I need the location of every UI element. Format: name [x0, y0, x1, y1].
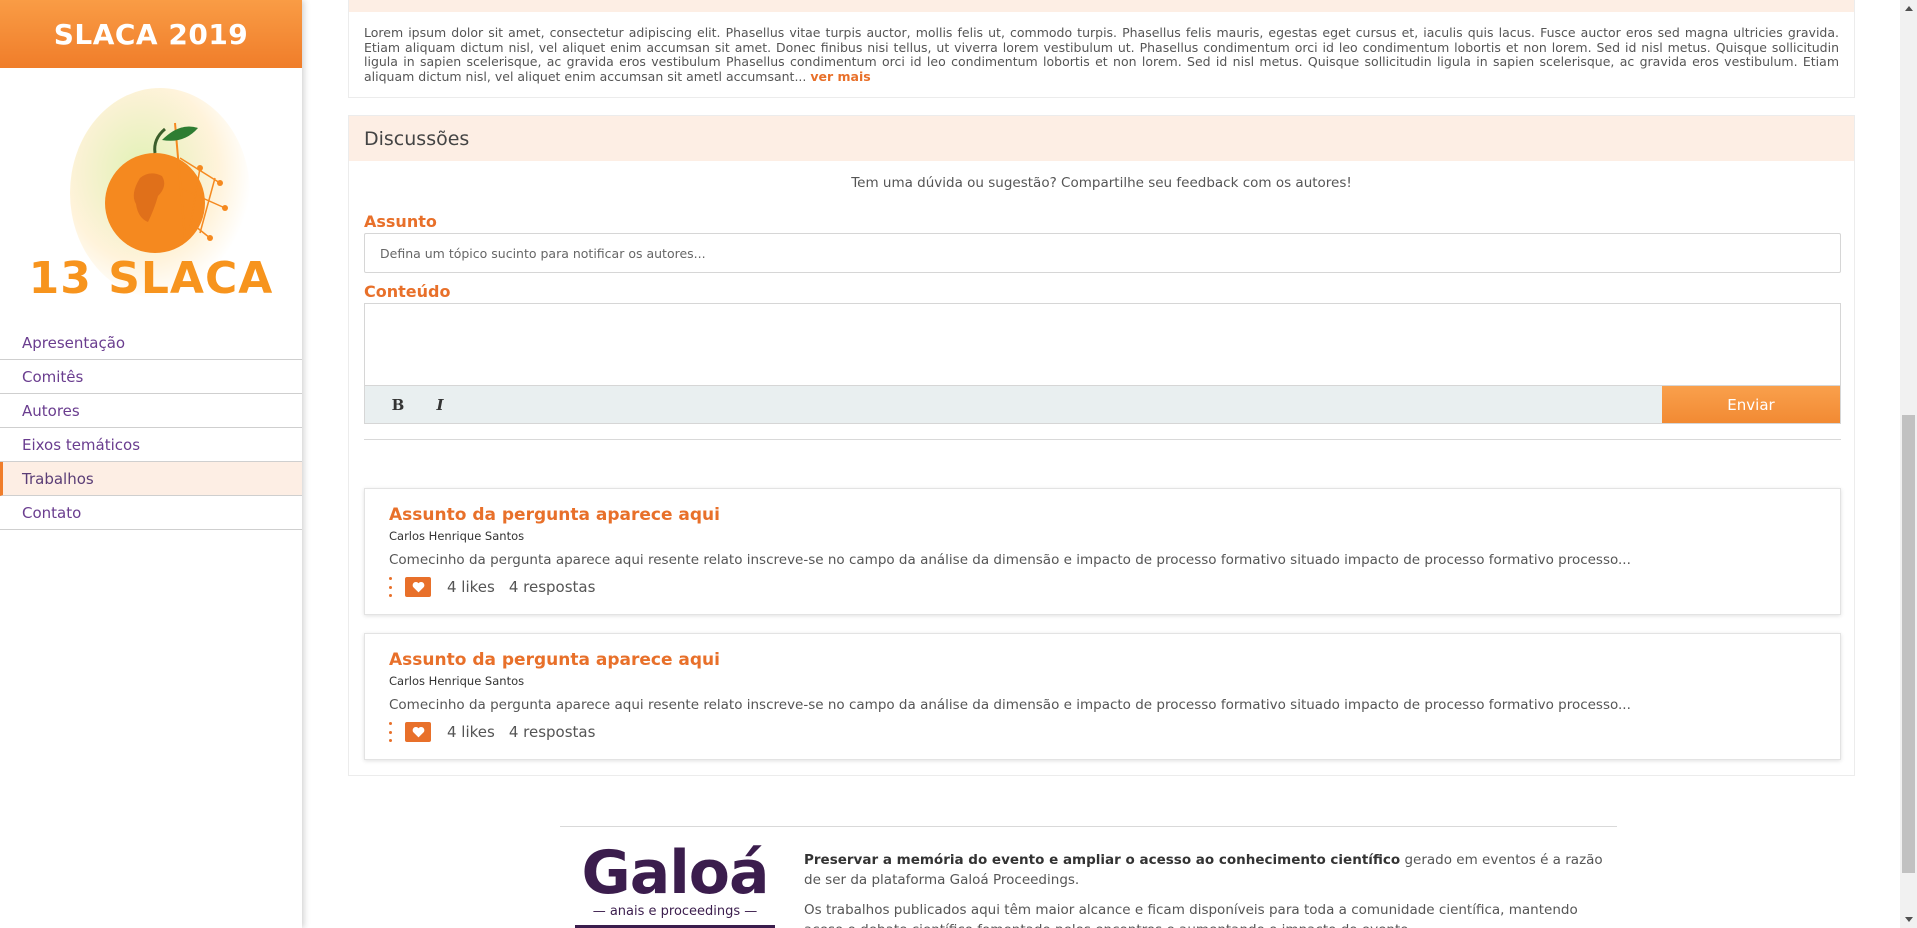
scroll-up-icon[interactable]: [1900, 0, 1917, 17]
question-title[interactable]: Assunto da pergunta aparece aqui: [389, 505, 720, 525]
editor-toolbar: B I Enviar: [364, 385, 1841, 424]
footer-paragraph-2: Os trabalhos publicados aqui têm maior a…: [804, 902, 1578, 928]
like-button[interactable]: [405, 577, 431, 597]
discussions-intro: Tem uma dúvida ou sugestão? Compartilhe …: [851, 175, 1352, 191]
divider: [364, 439, 1841, 440]
ver-mais-link[interactable]: ver mais: [810, 69, 870, 84]
logo-text: 13 SLACA: [28, 253, 274, 304]
heart-icon: [412, 581, 424, 593]
content-textarea[interactable]: [364, 303, 1841, 385]
sidebar-item-eixos-tematicos[interactable]: Eixos temáticos: [0, 428, 302, 462]
likes-count: 4 likes: [447, 723, 495, 741]
replies-count[interactable]: 4 respostas: [509, 578, 596, 596]
question-card: Assunto da pergunta aparece aqui Carlos …: [364, 633, 1841, 760]
sidebar-item-contato[interactable]: Contato: [0, 496, 302, 530]
question-meta: 4 likes 4 respostas: [387, 577, 595, 597]
orange-globe-icon: [105, 122, 228, 253]
replies-count[interactable]: 4 respostas: [509, 723, 596, 741]
abstract-body: Lorem ipsum dolor sit amet, consectetur …: [364, 25, 1839, 84]
footer-text: Preservar a memória do evento e ampliar …: [804, 850, 1604, 928]
event-logo[interactable]: 13 SLACA: [0, 68, 302, 318]
abstract-header-strip: [349, 0, 1854, 12]
more-options-icon[interactable]: [387, 722, 393, 742]
question-author: Carlos Henrique Santos: [389, 529, 525, 543]
subject-input[interactable]: [364, 233, 1841, 273]
footer-highlight: Preservar a memória do evento e ampliar …: [804, 852, 1401, 868]
send-button[interactable]: Enviar: [1662, 386, 1840, 423]
content-label: Conteúdo: [364, 282, 451, 301]
abstract-text: Lorem ipsum dolor sit amet, consectetur …: [349, 12, 1854, 84]
sidebar: SLACA 2019 13 SLACA Apresentação Comitês…: [0, 0, 302, 928]
sidebar-item-apresentacao[interactable]: Apresentação: [0, 326, 302, 360]
discussions-title: Discussões: [349, 116, 1854, 161]
question-excerpt: Comecinho da pergunta aparece aqui resen…: [389, 552, 1631, 568]
italic-icon: I: [436, 395, 444, 414]
abstract-section: Lorem ipsum dolor sit amet, consectetur …: [348, 0, 1855, 98]
italic-button[interactable]: I: [421, 390, 459, 420]
like-button[interactable]: [405, 722, 431, 742]
scroll-down-icon[interactable]: [1900, 911, 1917, 928]
bold-icon: B: [391, 395, 405, 414]
question-card: Assunto da pergunta aparece aqui Carlos …: [364, 488, 1841, 615]
galoa-logo-word: Galoá: [581, 838, 769, 908]
page-scrollbar[interactable]: [1900, 0, 1917, 928]
heart-icon: [412, 726, 424, 738]
question-title[interactable]: Assunto da pergunta aparece aqui: [389, 650, 720, 670]
more-options-icon[interactable]: [387, 577, 393, 597]
sidebar-item-autores[interactable]: Autores: [0, 394, 302, 428]
question-author: Carlos Henrique Santos: [389, 674, 525, 688]
question-excerpt: Comecinho da pergunta aparece aqui resen…: [389, 697, 1631, 713]
sidebar-item-comites[interactable]: Comitês: [0, 360, 302, 394]
bold-button[interactable]: B: [379, 390, 417, 420]
likes-count: 4 likes: [447, 578, 495, 596]
sidebar-item-trabalhos[interactable]: Trabalhos: [0, 462, 302, 496]
galoa-logo-subtitle: — anais e proceedings —: [592, 904, 758, 919]
footer-divider: [560, 826, 1617, 827]
discussions-section: Discussões Tem uma dúvida ou sugestão? C…: [348, 115, 1855, 776]
galoa-logo[interactable]: Galoá — anais e proceedings —: [575, 842, 775, 928]
scrollbar-thumb[interactable]: [1902, 415, 1915, 873]
question-meta: 4 likes 4 respostas: [387, 722, 595, 742]
event-title[interactable]: SLACA 2019: [0, 0, 302, 68]
subject-label: Assunto: [364, 212, 437, 231]
footer-paragraph-1: Preservar a memória do evento e ampliar …: [804, 850, 1604, 890]
sidebar-nav: Apresentação Comitês Autores Eixos temát…: [0, 326, 302, 530]
